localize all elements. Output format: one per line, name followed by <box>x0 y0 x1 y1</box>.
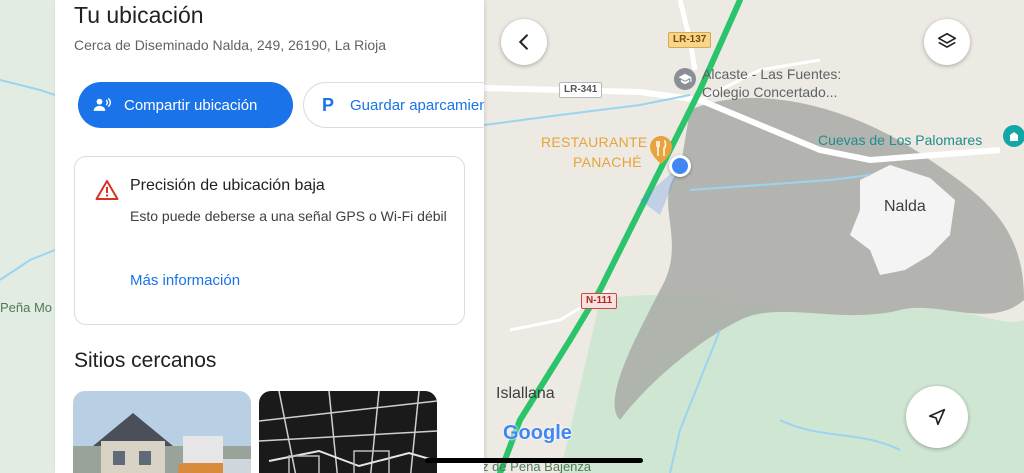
back-button[interactable] <box>501 19 547 65</box>
warning-title: Precisión de ubicación baja <box>130 177 325 194</box>
road-badge-lr137: LR-137 <box>668 32 712 48</box>
chevron-left-icon <box>518 34 528 50</box>
map-label-pena[interactable]: Peña Mo <box>0 300 52 315</box>
layers-icon <box>937 32 957 48</box>
road-badge-lr341: LR-341 <box>559 82 603 98</box>
nearby-places-title: Sitios cercanos <box>74 349 217 372</box>
school-icon[interactable] <box>674 68 696 90</box>
restaurant-icon[interactable] <box>650 136 672 164</box>
address-text: Cerca de Diseminado Nalda, 249, 26190, L… <box>74 37 387 53</box>
location-panel: Tu ubicación Cerca de Diseminado Nalda, … <box>55 0 484 473</box>
locate-button[interactable] <box>906 386 968 448</box>
more-info-link[interactable]: Más información <box>130 272 240 289</box>
accuracy-warning-card: Precisión de ubicación baja Esto puede d… <box>74 156 465 325</box>
google-attribution: Google <box>503 422 572 444</box>
nearby-place-thumbnail[interactable] <box>259 391 437 473</box>
map-label-caves[interactable]: Cuevas de Los Palomares <box>818 132 982 148</box>
save-parking-label: Guardar aparcamiento <box>350 96 484 114</box>
save-parking-button[interactable]: P Guardar aparcamiento <box>303 82 484 128</box>
current-location-dot <box>669 155 691 177</box>
road-badge-n111: N-111 <box>581 293 618 309</box>
map-label-restaurant-line2[interactable]: PANACHÉ <box>573 154 642 170</box>
parking-p-icon: P <box>321 94 334 115</box>
share-location-button[interactable]: Compartir ubicación <box>78 82 293 128</box>
nearby-place-thumbnail[interactable] <box>73 391 251 473</box>
map-label-restaurant-line1[interactable]: RESTAURANTE <box>541 134 648 150</box>
map-label-nalda[interactable]: Nalda <box>884 198 926 216</box>
map-label-islallana[interactable]: Islallana <box>496 385 555 403</box>
map-label-school[interactable]: Alcaste - Las Fuentes: Colegio Concertad… <box>702 65 872 101</box>
share-location-label: Compartir ubicación <box>124 96 258 114</box>
home-indicator <box>425 458 643 463</box>
navigation-arrow-icon <box>928 408 946 426</box>
warning-triangle-icon <box>95 179 119 206</box>
person-share-icon <box>92 95 112 115</box>
layers-button[interactable] <box>924 19 970 65</box>
warning-body: Esto puede deberse a una señal GPS o Wi-… <box>130 208 447 224</box>
landmark-icon[interactable] <box>1003 125 1024 147</box>
page-title: Tu ubicación <box>74 2 204 28</box>
